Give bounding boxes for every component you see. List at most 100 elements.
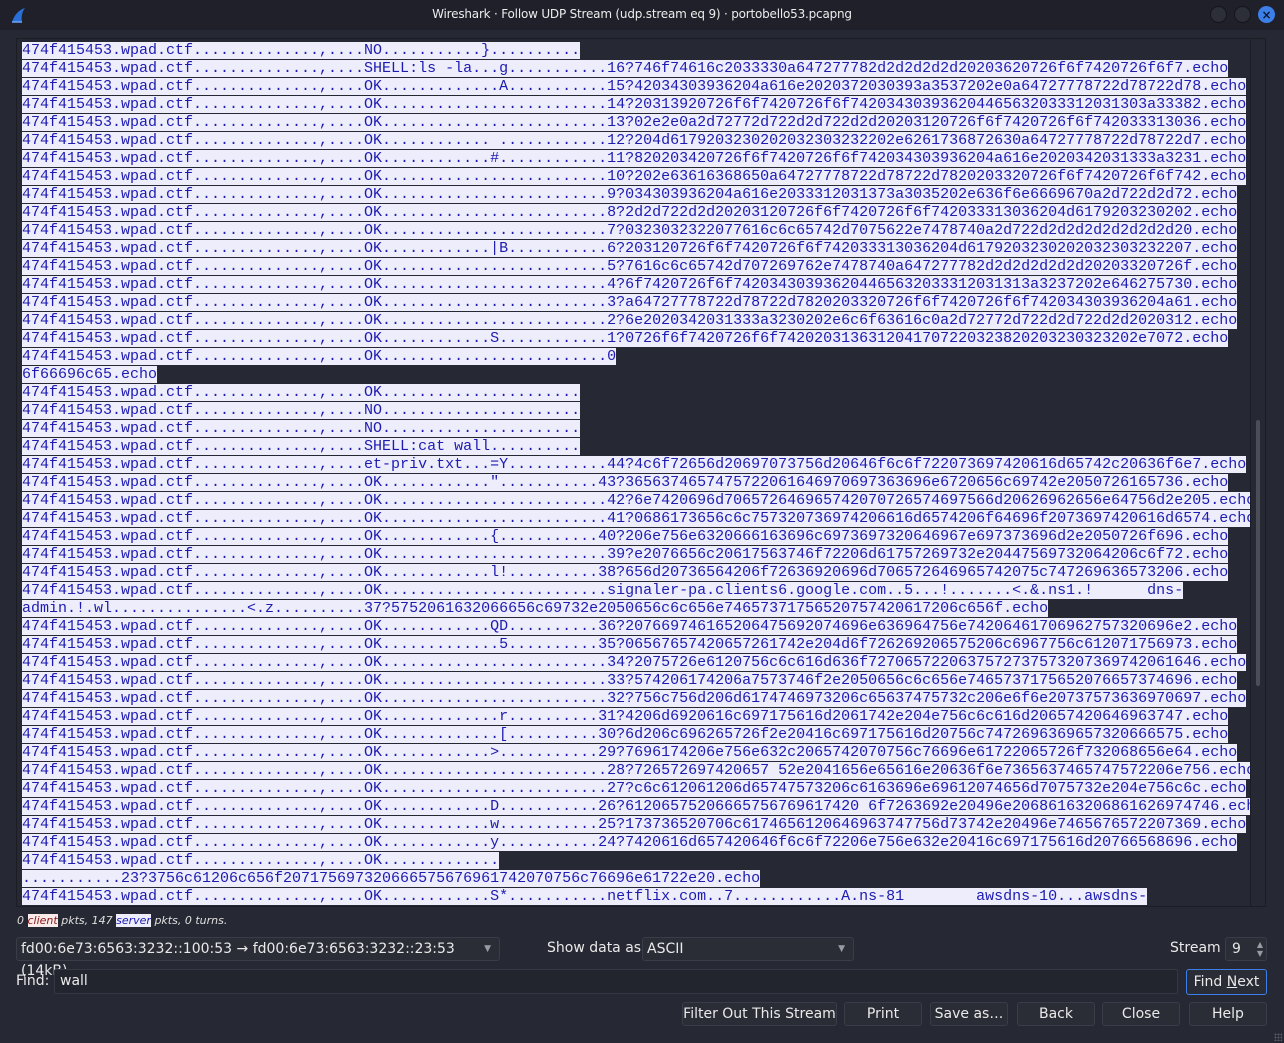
stream-line[interactable]: 474f415453.wpad.ctf..............,....OK… [22, 222, 1252, 240]
stream-line-text: 474f415453.wpad.ctf..............,....OK… [22, 96, 1247, 113]
stream-line[interactable]: 474f415453.wpad.ctf..............,....OK… [22, 762, 1256, 780]
stream-number-spinbox[interactable]: 9 ▲ ▼ [1225, 937, 1267, 961]
find-input[interactable]: wall [54, 969, 1178, 994]
stream-line[interactable]: 474f415453.wpad.ctf..............,....OK… [22, 834, 1252, 852]
stream-line-text: 474f415453.wpad.ctf..............,....NO… [22, 420, 581, 437]
stream-line[interactable]: 474f415453.wpad.ctf..............,....OK… [22, 168, 1252, 186]
stream-line[interactable]: 474f415453.wpad.ctf..............,....OK… [22, 546, 1252, 564]
stream-line[interactable]: 6f66696c65.echo [22, 366, 1252, 384]
minimize-button[interactable] [1210, 6, 1227, 23]
stream-line-text: 474f415453.wpad.ctf..............,....OK… [22, 474, 1229, 491]
stream-line-text: 474f415453.wpad.ctf..............,....OK… [22, 636, 1238, 653]
stream-line[interactable]: 474f415453.wpad.ctf..............,....OK… [22, 114, 1252, 132]
stream-line[interactable]: 474f415453.wpad.ctf..............,....OK… [22, 240, 1252, 258]
stream-line[interactable]: admin.!.wl...............<.z..........37… [22, 600, 1252, 618]
stream-line[interactable]: 474f415453.wpad.ctf..............,....OK… [22, 348, 1252, 366]
stream-line-text: 474f415453.wpad.ctf..............,....OK… [22, 312, 1238, 329]
conversation-select[interactable]: fd00:6e73:6563:3232::100:53 → fd00:6e73:… [16, 937, 500, 979]
find-next-label-pre: Find [1193, 974, 1227, 990]
stream-line-text: 474f415453.wpad.ctf..............,....NO… [22, 42, 581, 59]
stream-line-text: 474f415453.wpad.ctf..............,....OK… [22, 348, 617, 365]
stream-text[interactable]: 474f415453.wpad.ctf..............,....NO… [22, 42, 1265, 906]
stream-line[interactable]: 474f415453.wpad.ctf..............,....OK… [22, 474, 1252, 492]
stream-line[interactable]: 474f415453.wpad.ctf..............,....OK… [22, 294, 1252, 312]
stream-line[interactable]: 474f415453.wpad.ctf..............,....NO… [22, 420, 1252, 438]
stream-line[interactable]: 474f415453.wpad.ctf..............,....OK… [22, 636, 1252, 654]
stream-line[interactable]: 474f415453.wpad.ctf..............,....NO… [22, 402, 1252, 420]
stream-line[interactable]: 474f415453.wpad.ctf..............,....OK… [22, 258, 1252, 276]
save-as-button[interactable]: Save as… [930, 1002, 1008, 1026]
stream-line-text: 474f415453.wpad.ctf..............,....OK… [22, 528, 1229, 545]
stream-content-view[interactable]: 474f415453.wpad.ctf..............,....NO… [16, 38, 1266, 907]
stream-line[interactable]: 474f415453.wpad.ctf..............,....et… [22, 456, 1252, 474]
filter-out-stream-button[interactable]: Filter Out This Stream [682, 1002, 837, 1026]
stream-line-text: ...........23?3756c61206c656f20717569732… [22, 870, 761, 887]
maximize-button[interactable] [1234, 6, 1251, 23]
close-icon: × [1261, 8, 1272, 22]
close-window-button[interactable]: × [1258, 6, 1275, 23]
help-button[interactable]: Help [1189, 1002, 1267, 1026]
stream-line[interactable]: 474f415453.wpad.ctf..............,....OK… [22, 618, 1252, 636]
stream-line[interactable]: 474f415453.wpad.ctf..............,....OK… [22, 492, 1256, 510]
stream-line[interactable]: 474f415453.wpad.ctf..............,....OK… [22, 132, 1252, 150]
stream-line-text: 474f415453.wpad.ctf..............,....OK… [22, 762, 1256, 779]
stream-line[interactable]: 474f415453.wpad.ctf..............,....OK… [22, 582, 1252, 600]
stream-line[interactable]: 474f415453.wpad.ctf..............,....OK… [22, 204, 1252, 222]
print-button[interactable]: Print [844, 1002, 922, 1026]
stream-line[interactable]: 474f415453.wpad.ctf..............,....OK… [22, 780, 1252, 798]
vertical-scrollbar[interactable] [1250, 39, 1265, 906]
stream-line[interactable]: 474f415453.wpad.ctf..............,....OK… [22, 798, 1265, 816]
stream-line-text: 474f415453.wpad.ctf..............,....OK… [22, 510, 1256, 527]
stream-line[interactable]: 474f415453.wpad.ctf..............,....OK… [22, 564, 1252, 582]
stream-line[interactable]: 474f415453.wpad.ctf..............,....NO… [22, 42, 1252, 60]
stream-line[interactable]: 474f415453.wpad.ctf..............,....OK… [22, 150, 1252, 168]
stream-line[interactable]: 474f415453.wpad.ctf..............,....OK… [22, 888, 1252, 906]
stream-line-text: 474f415453.wpad.ctf..............,....OK… [22, 690, 1247, 707]
stream-line[interactable]: 474f415453.wpad.ctf..............,....OK… [22, 384, 1252, 402]
stream-line[interactable]: 474f415453.wpad.ctf..............,....OK… [22, 78, 1252, 96]
stream-line[interactable]: 474f415453.wpad.ctf..............,....OK… [22, 186, 1252, 204]
stream-line[interactable]: 474f415453.wpad.ctf..............,....SH… [22, 438, 1252, 456]
show-data-as-select[interactable]: ASCII ▼ [642, 937, 854, 961]
scrollbar-thumb[interactable] [1256, 420, 1260, 686]
stream-line[interactable]: 474f415453.wpad.ctf..............,....OK… [22, 690, 1252, 708]
stream-number-value: 9 [1232, 941, 1241, 957]
stream-line[interactable]: 474f415453.wpad.ctf..............,....OK… [22, 726, 1252, 744]
stream-line[interactable]: 474f415453.wpad.ctf..............,....SH… [22, 60, 1252, 78]
find-label: Find: [16, 973, 50, 989]
stream-line[interactable]: 474f415453.wpad.ctf..............,....OK… [22, 744, 1252, 762]
stream-line[interactable]: 474f415453.wpad.ctf..............,....OK… [22, 96, 1252, 114]
stream-line[interactable]: 474f415453.wpad.ctf..............,....OK… [22, 276, 1252, 294]
stream-line-text: admin.!.wl...............<.z..........37… [22, 600, 1049, 617]
stream-line-text: 474f415453.wpad.ctf..............,....NO… [22, 402, 581, 419]
stream-line-text: 474f415453.wpad.ctf..............,....et… [22, 456, 1247, 473]
stream-line[interactable]: 474f415453.wpad.ctf..............,....OK… [22, 528, 1252, 546]
stream-line-text: 474f415453.wpad.ctf..............,....OK… [22, 780, 1247, 797]
stream-line-text: 474f415453.wpad.ctf..............,....OK… [22, 672, 1238, 689]
stream-line-text: 474f415453.wpad.ctf..............,....OK… [22, 204, 1238, 221]
stream-line-text: 474f415453.wpad.ctf..............,....OK… [22, 564, 1229, 581]
stream-line[interactable]: 474f415453.wpad.ctf..............,....OK… [22, 852, 1252, 870]
spin-down-icon[interactable]: ▼ [1257, 949, 1263, 958]
stream-line[interactable]: 474f415453.wpad.ctf..............,....OK… [22, 654, 1252, 672]
summary-middle: pkts, 147 [61, 914, 113, 927]
stream-line-text: 474f415453.wpad.ctf..............,....OK… [22, 546, 1229, 563]
stream-line[interactable]: 474f415453.wpad.ctf..............,....OK… [22, 312, 1252, 330]
stream-line[interactable]: 474f415453.wpad.ctf..............,....OK… [22, 510, 1256, 528]
find-next-button[interactable]: Find Next [1186, 969, 1267, 995]
close-button[interactable]: Close [1102, 1002, 1180, 1026]
stream-line[interactable]: 474f415453.wpad.ctf..............,....OK… [22, 672, 1252, 690]
stream-line-text: 474f415453.wpad.ctf..............,....OK… [22, 222, 1238, 239]
show-data-as-label: Show data as [547, 940, 642, 956]
resize-grip[interactable] [1274, 1033, 1282, 1041]
stream-line[interactable]: 474f415453.wpad.ctf..............,....OK… [22, 816, 1252, 834]
stream-line-text: 474f415453.wpad.ctf..............,....OK… [22, 150, 1247, 167]
stream-line[interactable]: ...........23?3756c61206c656f20717569732… [22, 870, 1252, 888]
find-input-value: wall [60, 973, 88, 989]
spin-up-icon[interactable]: ▲ [1257, 940, 1263, 949]
stream-line-text: 474f415453.wpad.ctf..............,....OK… [22, 258, 1238, 275]
back-button[interactable]: Back [1017, 1002, 1095, 1026]
stream-line-text: 474f415453.wpad.ctf..............,....OK… [22, 618, 1238, 635]
stream-line[interactable]: 474f415453.wpad.ctf..............,....OK… [22, 708, 1252, 726]
stream-line[interactable]: 474f415453.wpad.ctf..............,....OK… [22, 330, 1252, 348]
